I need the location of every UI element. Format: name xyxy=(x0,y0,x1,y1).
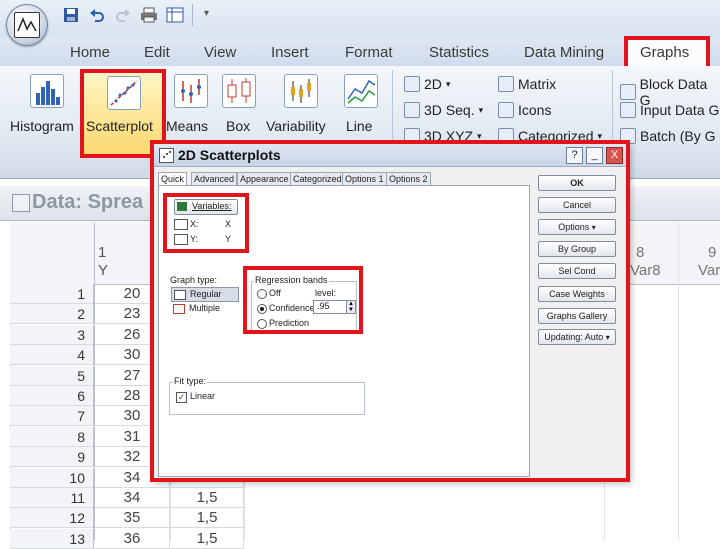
2d-label: 2D xyxy=(424,76,442,92)
row-number[interactable]: 12 xyxy=(10,508,94,529)
workbook-icon[interactable] xyxy=(166,6,184,24)
dropdown-arrow-icon: ▾ xyxy=(445,78,451,89)
means-label: Means xyxy=(166,118,209,134)
row-number[interactable]: 9 xyxy=(10,447,94,468)
batch-label: Batch (By G xyxy=(640,128,716,144)
2d-graphs-menu[interactable]: 2D ▾ xyxy=(404,76,450,92)
box-button[interactable]: Box xyxy=(220,74,260,140)
app-menu-button[interactable] xyxy=(6,4,48,46)
histogram-icon xyxy=(30,74,64,108)
2d-graph-icon xyxy=(404,76,420,92)
row-number[interactable]: 4 xyxy=(10,345,94,366)
tab-view[interactable]: View xyxy=(204,44,236,61)
print-icon[interactable] xyxy=(140,6,158,24)
block-data-icon xyxy=(620,84,636,100)
3d-seq-icon xyxy=(404,102,420,118)
row-number[interactable]: 6 xyxy=(10,386,94,406)
histogram-label: Histogram xyxy=(10,118,74,134)
save-icon[interactable] xyxy=(62,6,80,24)
cell-y[interactable]: 36 xyxy=(95,528,170,549)
grid-vline xyxy=(678,222,679,540)
line-label: Line xyxy=(346,118,373,134)
tab-home[interactable]: Home xyxy=(70,44,110,61)
col8-number: 8 xyxy=(636,244,645,261)
matrix-label: Matrix xyxy=(518,76,557,92)
highlight-variables xyxy=(163,193,249,253)
row-number[interactable]: 1 xyxy=(10,284,94,304)
dropdown-arrow-icon: ▾ xyxy=(478,104,484,115)
tab-data-mining[interactable]: Data Mining xyxy=(524,44,604,61)
3d-seq-label: 3D Seq. xyxy=(424,102,475,118)
row-number[interactable]: 8 xyxy=(10,426,94,447)
col1-number: 1 xyxy=(98,244,107,261)
row-number[interactable]: 5 xyxy=(10,365,94,386)
batch-by-group-button[interactable]: Batch (By G xyxy=(620,128,715,144)
highlight-regression-bands xyxy=(243,266,363,334)
icons-label: Icons xyxy=(518,102,552,118)
cell-x[interactable]: 1,5 xyxy=(171,528,244,549)
matrix-icon xyxy=(498,76,514,92)
cell-y[interactable]: 34 xyxy=(95,488,170,508)
row-number[interactable]: 11 xyxy=(10,488,94,508)
toolbar-separator xyxy=(192,4,193,26)
variability-icon xyxy=(284,74,318,108)
tab-statistics[interactable]: Statistics xyxy=(429,44,489,61)
variability-button[interactable]: Variability xyxy=(264,74,336,140)
undo-icon[interactable] xyxy=(88,6,106,24)
title-bar xyxy=(0,0,720,38)
spreadsheet-title: Data: Sprea xyxy=(32,191,144,213)
row-number[interactable]: 13 xyxy=(10,528,94,549)
icons-button[interactable]: Icons xyxy=(498,102,551,118)
input-data-graphs-button[interactable]: Input Data G xyxy=(620,102,719,118)
cell-y[interactable]: 35 xyxy=(95,508,170,529)
line-plot-icon xyxy=(344,74,378,108)
row-number[interactable]: 7 xyxy=(10,406,94,427)
box-label: Box xyxy=(226,118,251,134)
highlight-dialog xyxy=(150,140,630,482)
row-number[interactable]: 2 xyxy=(10,304,94,325)
tab-format[interactable]: Format xyxy=(345,44,393,61)
means-icon xyxy=(174,74,208,108)
spreadsheet-icon xyxy=(12,194,30,212)
app-logo-icon xyxy=(14,12,40,38)
means-button[interactable]: Means xyxy=(166,74,218,140)
tab-insert[interactable]: Insert xyxy=(271,44,309,61)
redo-icon[interactable] xyxy=(114,6,132,24)
customize-toolbar-icon[interactable]: ▾ xyxy=(204,8,209,19)
row-number[interactable]: 3 xyxy=(10,324,94,345)
cell-x[interactable]: 1,5 xyxy=(171,488,244,508)
icons-plot-icon xyxy=(498,102,514,118)
row-number[interactable]: 10 xyxy=(10,467,94,488)
histogram-button[interactable]: Histogram xyxy=(10,74,84,140)
highlight-graphs-tab xyxy=(624,36,710,70)
input-data-label: Input Data G xyxy=(640,102,720,118)
col9-number: 9 xyxy=(708,244,717,261)
variability-label: Variability xyxy=(266,118,326,134)
line-button[interactable]: Line xyxy=(342,74,382,140)
cell-x[interactable]: 1,5 xyxy=(171,508,244,529)
col1-name[interactable]: Y xyxy=(98,262,108,279)
matrix-button[interactable]: Matrix xyxy=(498,76,556,92)
input-data-icon xyxy=(620,102,636,118)
3d-seq-menu[interactable]: 3D Seq. ▾ xyxy=(404,102,483,118)
col8-name[interactable]: Var8 xyxy=(630,262,661,279)
tab-edit[interactable]: Edit xyxy=(144,44,170,61)
box-plot-icon xyxy=(222,74,256,108)
col9-name[interactable]: Var xyxy=(698,262,720,279)
